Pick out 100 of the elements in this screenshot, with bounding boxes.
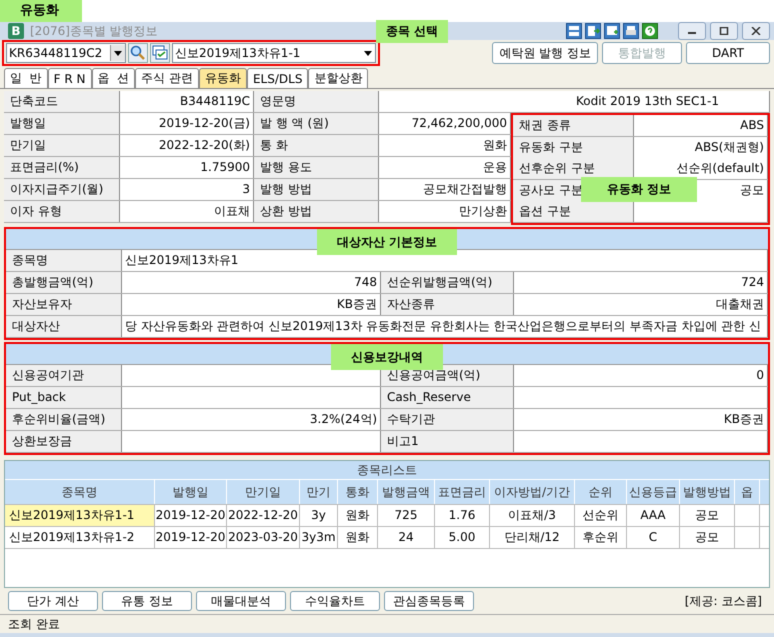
column-header: 순위: [575, 480, 627, 504]
list-title: 종목리스트: [5, 461, 769, 480]
table-cell: 2019-12-20: [155, 505, 227, 526]
security-name-dropdown[interactable]: 신보2019제13차유1-1: [172, 43, 376, 64]
function-button[interactable]: 수익율차트: [290, 591, 380, 611]
field-label: 자산종류: [381, 294, 514, 315]
field-label: 비고1: [381, 431, 514, 452]
table-cell: 공모: [680, 527, 735, 548]
table-cell: 2019-12-20: [155, 527, 227, 548]
field-label: 상환보장금: [6, 431, 122, 452]
checklist-icon[interactable]: [150, 43, 170, 64]
column-header: 발행일: [155, 480, 227, 504]
table-cell: 단리채/12: [490, 527, 575, 548]
field-label: 통 화: [254, 135, 379, 156]
table-cell: 이표채/3: [490, 505, 575, 526]
annotation-label: 종목 선택: [376, 20, 448, 44]
field-label: 대상자산: [6, 316, 122, 337]
field-label: 후순위비율(금액): [6, 409, 122, 430]
add-window-icon[interactable]: [604, 23, 620, 40]
search-icon[interactable]: [128, 43, 148, 64]
function-button[interactable]: 관심종목등록: [384, 591, 474, 611]
table-cell[interactable]: 신보2019제13차유1-2: [5, 527, 155, 548]
tab[interactable]: 분할상환: [308, 68, 368, 88]
tab[interactable]: 옵 션: [92, 68, 136, 88]
maximize-icon: [719, 27, 729, 36]
column-header: 만기: [300, 480, 338, 504]
field-label: 유동화 구분: [519, 140, 583, 154]
column-header: 종목명: [5, 480, 155, 504]
table-cell: 공모: [680, 505, 735, 526]
help-icon[interactable]: [642, 23, 658, 40]
column-header: 만기일: [227, 480, 300, 504]
maximize-button[interactable]: [710, 22, 738, 40]
table-cell[interactable]: 신보2019제13차유1-1: [5, 505, 155, 526]
column-header: 발행방법: [680, 480, 735, 504]
section-title: 대상자산 기본정보: [316, 229, 458, 255]
minimize-button[interactable]: [678, 22, 706, 40]
field-value: ABS: [740, 118, 764, 132]
table-cell: 5.00: [435, 527, 490, 548]
field-label: 표면금리(%): [4, 157, 120, 178]
field-label: 신용공여기관: [6, 365, 122, 386]
status-bar: 조회 완료: [0, 614, 774, 633]
field-label: 만기일: [4, 135, 120, 156]
app-badge: B: [8, 23, 24, 40]
window-title: [2076]종목별 발행정보: [30, 22, 158, 40]
window-layout-icon[interactable]: [566, 23, 582, 40]
table-cell: 1.76: [435, 505, 490, 526]
export-icon[interactable]: [585, 23, 601, 40]
tab[interactable]: 주식 관련: [135, 68, 199, 88]
table-cell: 2022-12-20: [227, 505, 300, 526]
tab[interactable]: F R N: [48, 68, 92, 88]
field-label: 발행 방법: [254, 179, 379, 200]
field-label: 이자 유형: [4, 201, 120, 222]
table-cell: 3y3m: [300, 527, 338, 548]
field-label: 발행 용도: [254, 157, 379, 178]
table-cell: C: [627, 527, 680, 548]
code-dropdown[interactable]: KR63448119C2: [6, 43, 126, 64]
field-label: 종목명: [6, 250, 122, 271]
field-label: 공사모 구분: [519, 182, 583, 197]
field-label: 수탁기관: [381, 409, 514, 430]
tab[interactable]: 일 반: [4, 68, 48, 88]
field-label: 영문명: [254, 91, 379, 112]
table-cell: 725: [378, 505, 435, 526]
column-header: 신용등급: [627, 480, 680, 504]
field-label: 상환 방법: [254, 201, 379, 222]
table-cell: 선순위: [575, 505, 627, 526]
tab[interactable]: ELS/DLS: [246, 68, 308, 88]
section-title: 신용보강내역: [331, 344, 443, 370]
printer-icon[interactable]: [623, 23, 639, 40]
field-label: 선후순위 구분: [519, 161, 595, 176]
tab[interactable]: 유동화: [198, 68, 247, 88]
close-button[interactable]: [742, 22, 770, 40]
column-header: 옵: [735, 480, 760, 504]
table-cell: 원화: [338, 505, 378, 526]
field-value: ABS(채권형): [694, 140, 764, 154]
table-cell: AAA: [627, 505, 680, 526]
field-label: 옵션 구분: [519, 204, 571, 218]
column-header: 통화: [338, 480, 378, 504]
function-button[interactable]: 매물대분석: [196, 591, 286, 611]
field-label: 선순위발행금액(억): [381, 272, 514, 293]
function-button[interactable]: 유통 정보: [102, 591, 192, 611]
caret-icon: [114, 50, 122, 56]
action-button[interactable]: 예탁원 발행 정보: [492, 42, 598, 64]
field-label: Cash_Reserve: [381, 387, 514, 408]
column-header: 발행금액: [378, 480, 435, 504]
field-value: 선순위(default): [676, 161, 764, 176]
field-label: 총발행금액(억): [6, 272, 122, 293]
action-button[interactable]: DART: [686, 42, 770, 64]
close-icon: [751, 27, 761, 36]
field-label: 단축코드: [4, 91, 120, 112]
field-label: 발행일: [4, 113, 120, 134]
field-label: Put_back: [6, 387, 122, 408]
column-header: 이자방법/기간: [490, 480, 575, 504]
field-value: 공모: [740, 182, 764, 197]
page-label: 유동화: [0, 0, 82, 22]
caret-icon: [364, 50, 372, 56]
field-label: 발 행 액 (원): [254, 113, 379, 134]
field-label: 이자지급주기(월): [4, 179, 120, 200]
annotation-label: 유동화 정보: [581, 177, 698, 202]
table-cell: 원화: [338, 527, 378, 548]
function-button[interactable]: 단가 계산: [8, 591, 98, 611]
